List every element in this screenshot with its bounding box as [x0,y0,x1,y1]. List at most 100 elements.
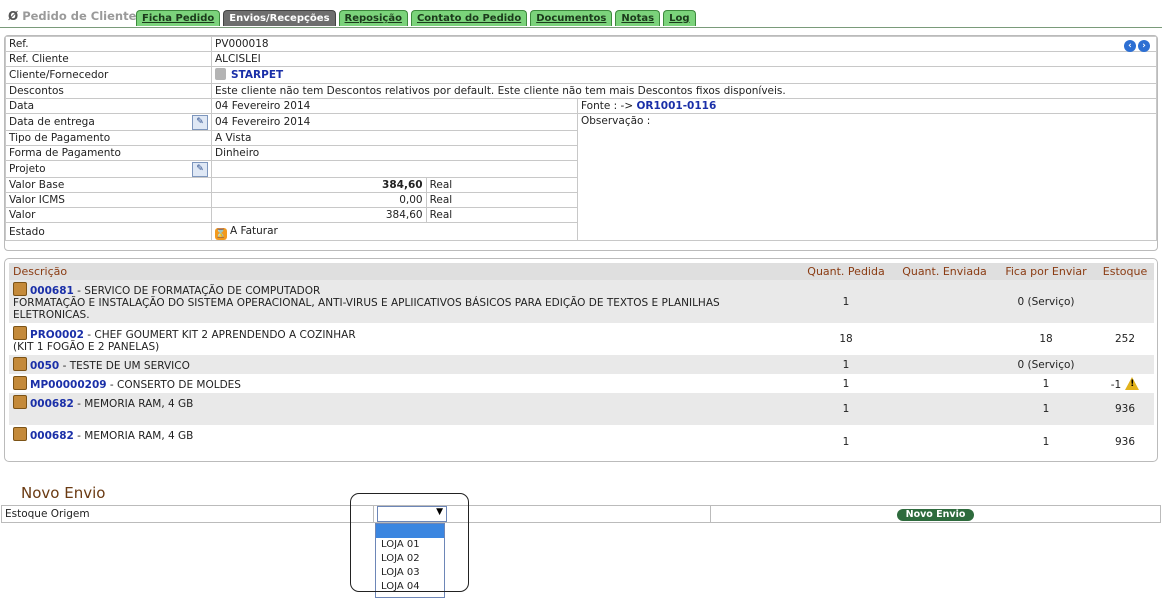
product-label: - TESTE DE UM SERVICO [59,360,190,372]
edit-entrega-icon[interactable]: ✎ [192,114,208,130]
table-row: 0050 - TESTE DE UM SERVICO 1 0 (Serviço) [9,355,1154,374]
order-lines-panel: Descrição Quant. Pedida Quant. Enviada F… [4,258,1158,462]
observacao-cell: Observação : [577,113,1157,241]
ref-value: PV000018 [215,38,269,50]
estoque: 252 [1114,333,1136,345]
next-arrow-icon[interactable]: › [1138,40,1150,52]
descontos-value: Este cliente não tem Descontos relativos… [211,83,1157,99]
product-link[interactable]: 0050 [30,360,59,372]
quant-enviada [893,355,996,374]
ref-label: Ref. [5,36,212,52]
table-row: 000682 - MEMORIA RAM, 4 GB 1 1 936 [9,393,1154,425]
product-box-icon [13,357,27,371]
product-description: FORMATAÇÃO E INSTALAÇÃO DO SISTEMA OPERA… [13,297,720,321]
table-row: 000681 - SERVICO DE FORMATAÇÃO DE COMPUT… [9,280,1154,323]
col-quant-enviada: Quant. Enviada [893,263,996,280]
col-fica-por-enviar: Fica por Enviar [996,263,1096,280]
page-title: Ø Pedido de Cliente [8,9,137,23]
product-label: - CONSERTO DE MOLDES [106,379,241,391]
estoque: 936 [1096,393,1154,425]
table-row: PRO0002 - CHEF GOUMERT KIT 2 APRENDENDO … [9,323,1154,355]
quant-enviada [893,374,996,393]
product-link[interactable]: 000682 [30,430,74,442]
highlight-callout [350,493,469,592]
product-link[interactable]: 000681 [30,285,74,297]
tab-reposicao[interactable]: Reposição [338,10,408,26]
product-label: - MEMORIA RAM, 4 GB [73,430,194,442]
ref-cliente-label: Ref. Cliente [5,51,212,67]
cliente-label: Cliente/Fornecedor [5,66,212,84]
product-label: - MEMORIA RAM, 4 GB [73,398,194,410]
product-box-icon [13,427,27,441]
entrega-value: 04 Fevereiro 2014 [211,113,578,131]
fica-por-enviar: 1 [1042,436,1050,448]
tipo-pagamento-label: Tipo de Pagamento [5,130,212,146]
descontos-label: Descontos [5,83,212,99]
table-row: MP00000209 - CONSERTO DE MOLDES 1 1 -1! [9,374,1154,393]
fonte-link[interactable]: OR1001-0116 [636,100,716,112]
product-label: - SERVICO DE FORMATAÇÃO DE COMPUTADOR [73,285,321,297]
fica-por-enviar: 0 (Serviço) [996,280,1096,323]
table-row: 000682 - MEMORIA RAM, 4 GB 1 1 936 [9,425,1154,459]
col-descricao: Descrição [9,263,799,280]
fica-por-enviar: 0 (Serviço) [996,355,1096,374]
tipo-pagamento-value: A Vista [211,130,578,146]
product-link[interactable]: PRO0002 [30,329,84,341]
fica-por-enviar: 18 [1039,333,1053,345]
previous-arrow-icon[interactable]: ‹ [1124,40,1136,52]
tab-envios-recepcoes[interactable]: Envios/Recepções [223,10,336,26]
col-estoque: Estoque [1096,263,1154,280]
entrega-label: Data de entrega [9,115,95,128]
quant-pedida: 1 [799,355,893,374]
tab-documentos[interactable]: Documentos [530,10,613,26]
tabs: Ficha Pedido Envios/Recepções Reposição … [136,10,696,26]
projeto-label: Projeto [9,162,46,175]
col-quant-pedida: Quant. Pedida [799,263,893,280]
estoque: -1 [1110,378,1122,391]
novo-envio-title: Novo Envio [21,484,106,502]
estoque: 936 [1114,436,1136,448]
quant-pedida: 1 [799,280,893,323]
ref-cliente-value: ALCISLEI [211,51,1157,67]
product-link[interactable]: 000682 [30,398,74,410]
record-nav: ‹ › [1124,40,1150,52]
valor-base-label: Valor Base [5,177,212,193]
data-value: 04 Fevereiro 2014 [211,98,578,114]
data-label: Data [5,98,212,114]
valor-icms-label: Valor ICMS [5,192,212,208]
warning-icon: ! [1125,376,1140,390]
status-icon: ⌛ [215,227,227,240]
forma-pagamento-value: Dinheiro [211,145,578,161]
product-box-icon [13,282,27,296]
forma-pagamento-label: Forma de Pagamento [5,145,212,161]
quant-enviada [893,393,996,425]
fonte-label: Fonte : -> [581,100,634,112]
tab-bar: Ø Pedido de Cliente Ficha Pedido Envios/R… [0,0,1162,28]
product-box-icon [13,395,27,409]
estoque [1096,280,1154,323]
estado-label: Estado [5,222,212,241]
quant-pedida: 1 [842,436,850,448]
observacao-label: Observação : [581,115,651,127]
product-link[interactable]: MP00000209 [30,379,107,391]
tab-ficha-pedido[interactable]: Ficha Pedido [136,10,221,26]
product-description: (KIT 1 FOGÃO E 2 PANELAS) [13,340,160,353]
order-info-panel: Ref. PV000018 ‹ › Ref. Cliente ALCISLEI … [4,35,1158,251]
estoque-origem-label: Estoque Origem [1,505,374,523]
quant-enviada [893,280,996,323]
quant-pedida: 1 [842,377,850,390]
edit-projeto-icon[interactable]: ✎ [192,161,208,177]
tab-notas[interactable]: Notas [615,10,661,26]
fica-por-enviar: 1 [996,393,1096,425]
tab-contato-do-pedido[interactable]: Contato do Pedido [410,10,528,26]
product-box-icon [13,376,27,390]
valor-icms-unit: Real [425,192,579,208]
estoque-cell: -1! [1096,374,1154,393]
product-label: - CHEF GOUMERT KIT 2 APRENDENDO A COZINH… [83,328,356,341]
novo-envio-button[interactable]: Novo Envio [896,508,975,521]
cliente-link[interactable]: STARPET [231,69,283,81]
estoque [1096,355,1154,374]
projeto-value [211,160,578,178]
tab-log[interactable]: Log [663,10,696,26]
customer-icon [215,68,226,80]
